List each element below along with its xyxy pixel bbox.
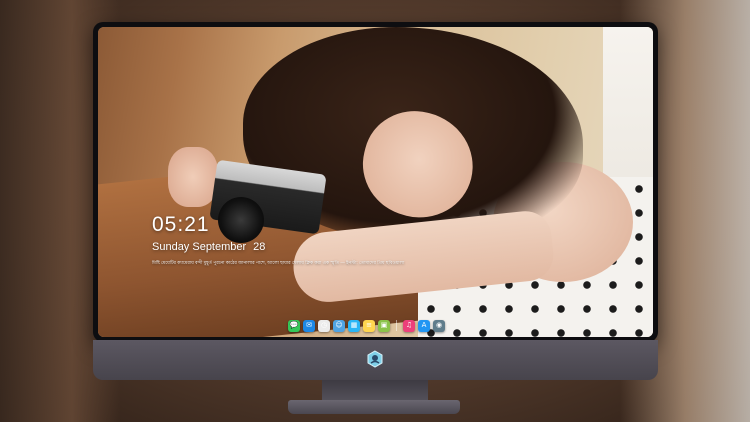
lock-screen-date: Sunday September 28: [152, 241, 265, 253]
mail-icon[interactable]: ✉: [303, 319, 315, 332]
finder-icon[interactable]: ☺: [333, 319, 345, 332]
messages-icon[interactable]: 💬: [288, 319, 300, 332]
monitor-stand-base: [288, 400, 460, 414]
dock-separator: [396, 320, 397, 331]
clock-icon[interactable]: ◷: [318, 319, 330, 332]
date-day: 28: [253, 241, 266, 253]
app-store-icon[interactable]: A: [418, 319, 430, 332]
notes-icon[interactable]: ≡: [363, 319, 375, 332]
wallpaper-hand: [168, 147, 218, 207]
date-weekday-month: Sunday September: [152, 241, 247, 253]
preview-icon[interactable]: ▣: [378, 319, 390, 332]
music-icon[interactable]: ♫: [403, 319, 415, 332]
monitor-stand-neck: [322, 380, 428, 402]
wallpaper-camera-lens: [218, 197, 264, 243]
wallpaper-caption: মিষ্টি মেয়েটির ক্যামেরায় বন্দী মুহূর্ত…: [152, 260, 405, 265]
lock-screen[interactable]: 05:21 Sunday September 28 মিষ্টি মেয়েটির…: [98, 27, 653, 337]
dock: 💬 ✉ ◷ ☺ ▦ ≡ ▣ ♫ A ◉: [288, 318, 445, 333]
lock-screen-time: 05:21: [152, 213, 210, 236]
brand-logo-icon: [367, 350, 383, 368]
screenshot-icon[interactable]: ◉: [433, 319, 445, 332]
monitor-frame: 05:21 Sunday September 28 মিষ্টি মেয়েটির…: [93, 22, 658, 342]
claquette-icon[interactable]: ▦: [348, 319, 360, 332]
